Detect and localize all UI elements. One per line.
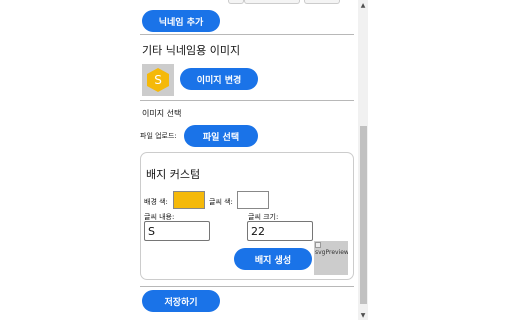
image-select-title: 이미지 선택	[142, 109, 182, 118]
broken-image-icon	[315, 242, 321, 248]
scrollbar-thumb[interactable]	[360, 126, 367, 304]
bg-color-label: 배경 색:	[144, 198, 168, 206]
generate-badge-button[interactable]: 배지 생성	[234, 248, 312, 270]
change-image-button[interactable]: 이미지 변경	[180, 68, 258, 90]
text-content-input[interactable]: S	[144, 221, 210, 241]
bg-color-picker[interactable]	[173, 191, 205, 209]
select-file-button[interactable]: 파일 선택	[184, 125, 258, 147]
scroll-down-arrow-icon[interactable]: ▼	[359, 311, 367, 319]
avatar: S	[142, 64, 174, 96]
text-color-picker[interactable]	[237, 191, 269, 209]
badge-custom-title: 배지 커스텀	[146, 168, 201, 181]
preview-alt-text: svgPreview	[315, 249, 348, 256]
file-upload-label: 파일 업로드:	[140, 132, 177, 140]
divider	[140, 34, 354, 35]
add-nickname-button[interactable]: 닉네임 추가	[142, 10, 220, 32]
scroll-up-arrow-icon[interactable]: ▲	[359, 1, 367, 9]
nickname-image-title: 기타 닉네임용 이미지	[142, 44, 241, 57]
settings-panel: 닉네임 추가 기타 닉네임용 이미지 S 이미지 변경 이미지 선택 파일 업로…	[136, 0, 368, 320]
bg-color-swatch	[174, 192, 204, 208]
svg-preview: svgPreview	[314, 241, 348, 275]
divider	[140, 100, 354, 101]
save-button[interactable]: 저장하기	[142, 290, 220, 312]
avatar-hexagon: S	[147, 68, 169, 92]
top-stub	[304, 0, 340, 4]
font-size-input[interactable]: 22	[247, 221, 313, 241]
text-color-label: 글씨 색:	[209, 198, 233, 206]
avatar-letter: S	[154, 73, 162, 87]
top-stub	[228, 0, 244, 4]
top-stub	[244, 0, 300, 4]
divider	[140, 286, 354, 287]
text-color-swatch	[238, 192, 268, 208]
